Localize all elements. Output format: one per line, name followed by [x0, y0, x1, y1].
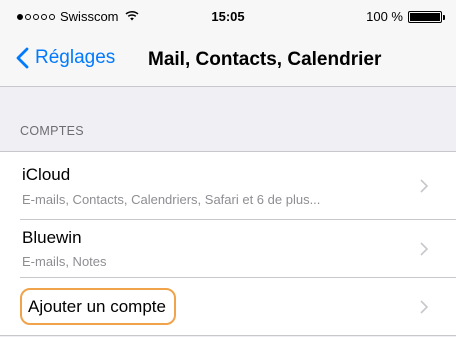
account-title: Bluewin — [22, 228, 82, 247]
back-button[interactable]: Réglages — [16, 47, 115, 69]
add-account-button[interactable]: Ajouter un compte — [20, 288, 176, 325]
top-bar: Swisscom 15:05 100 % Réglages Mail, Cont… — [0, 0, 456, 87]
navigation-bar: Réglages Mail, Contacts, Calendrier — [0, 34, 456, 87]
account-subtitle: E-mails, Contacts, Calendriers, Safari e… — [22, 192, 321, 207]
battery-level-fill — [410, 12, 440, 21]
add-account-label: Ajouter un compte — [28, 296, 166, 316]
battery-tip — [443, 14, 445, 20]
account-subtitle: E-mails, Notes — [22, 254, 107, 269]
battery-icon — [408, 10, 445, 23]
status-bar: Swisscom 15:05 100 % — [0, 0, 456, 34]
account-row-bluewin[interactable]: Bluewin E-mails, Notes — [0, 220, 456, 278]
chevron-right-icon — [420, 242, 428, 256]
add-account-row[interactable]: Ajouter un compte — [0, 278, 456, 335]
chevron-right-icon — [420, 179, 428, 193]
battery-percentage: 100 % — [366, 9, 403, 24]
accounts-list: iCloud E-mails, Contacts, Calendriers, S… — [0, 151, 456, 336]
back-button-label: Réglages — [35, 47, 116, 68]
section-header-accounts: COMPTES — [20, 124, 84, 138]
account-row-icloud[interactable]: iCloud E-mails, Contacts, Calendriers, S… — [0, 152, 456, 220]
status-right: 100 % — [366, 9, 445, 24]
chevron-left-icon — [16, 47, 29, 69]
account-title: iCloud — [22, 165, 71, 184]
chevron-right-icon — [420, 300, 428, 314]
page-title: Mail, Contacts, Calendrier — [148, 49, 382, 70]
